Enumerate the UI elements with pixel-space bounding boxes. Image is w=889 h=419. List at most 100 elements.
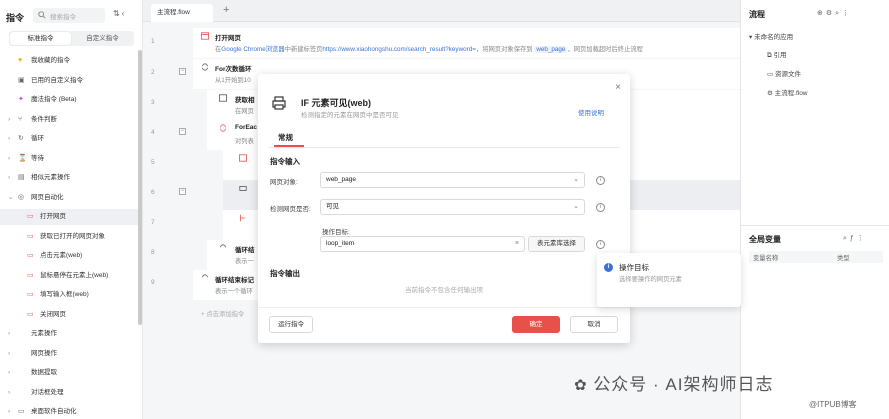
command-item[interactable]: ▣ 已用的自定义指令 [0,73,138,89]
command-item[interactable]: › ▤ 相似元素操作 [0,170,138,186]
sort-icon[interactable]: ⇅ [113,9,122,18]
selected-value: web_page [326,176,356,183]
line-number: 4 [151,129,155,136]
chevron-icon: › [8,174,11,181]
command-item[interactable]: ▭ 鼠标悬停在元素上(web) [0,268,138,284]
step-description: 从1开始到10 [215,77,251,84]
command-item[interactable]: ▭ 点击元素(web) [0,248,138,264]
dialog-title: IF 元素可见(web) [301,98,371,108]
loop-icon: ↻ [18,135,24,142]
chevron-icon: › [8,349,11,357]
loop-end-icon [220,244,226,248]
command-item[interactable]: ▭ 关闭网页 [0,307,138,323]
section-input-title: 指令输入 [270,157,300,166]
command-item-label: 对话框处理 [31,388,64,396]
tab-main-flow[interactable]: 主流程.flow [151,4,213,22]
step-open-webpage[interactable]: 打开网页 在Google Chrome浏览器中新建标签页https://www.… [193,28,740,58]
command-panel: 指令 搜索指令 ⇅‹ 标准指令 自定义指令 ♥ 我收藏的指令 ▣ 已用的自定义指令 ✦ 魔… [0,0,143,419]
collapse-panel-icon[interactable]: ‹ [122,9,127,18]
selected-value: 可见 [326,203,339,210]
command-item[interactable]: ✦ 魔法指令 (Beta) [0,92,138,108]
command-item[interactable]: › ⌛ 等待 [0,151,138,167]
command-item[interactable]: › ⑂ 条件判断 [0,112,138,128]
browser-icon: ▭ [27,252,34,259]
field-label-check-visibility: 检测网页是否: [270,206,311,213]
printer-icon [239,186,247,191]
command-item-label: 网页自动化 [31,193,64,201]
step-title: 循环结束标记 [215,277,254,284]
step-title: 打开网页 [215,35,241,42]
visibility-select[interactable]: 可见 ⌄ [320,199,585,215]
command-item[interactable]: ♥ 我收藏的指令 [0,53,138,69]
tab-general[interactable]: 常规 [278,132,293,143]
vars-table-header: 变量名称 类型 [749,251,883,263]
tree-item-main-flow[interactable]: ⚙ 主流程.flow [767,87,808,97]
element-library-button[interactable]: 表元素库选择 [528,236,585,252]
cancel-button[interactable]: 取消 [570,316,618,333]
flow-icon: ⚙ [767,90,773,97]
run-command-button[interactable]: 运行指令 [269,316,313,333]
printer-icon [272,96,286,110]
clear-icon[interactable]: × [515,237,519,251]
footer-divider [258,307,630,308]
search-icon[interactable]: ⌕ [843,235,850,242]
line-number: 9 [151,279,155,286]
app-tree-root[interactable]: ▾ 未命名的应用 [749,31,793,41]
field-label-target: 操作目标: [322,229,350,236]
chevron-down-icon: ⌄ [573,176,579,183]
function-icon[interactable]: ƒ [850,235,857,242]
collapse-toggle[interactable]: − [179,68,186,75]
settings-icon[interactable]: ⚙ [826,10,835,17]
chevron-icon: ⌄ [8,193,14,201]
browser-icon: ▭ [27,213,34,220]
tab-divider [268,147,620,148]
command-config-dialog: × IF 元素可见(web) 检测指定的元素在网页中是否可见 使用说明 常规 指… [258,74,630,343]
confirm-button[interactable]: 确定 [512,316,560,333]
collapse-toggle[interactable]: − [179,128,186,135]
step-description: 在网页 [235,108,254,115]
command-search-input[interactable]: 搜索指令 [33,8,105,23]
tree-item-references[interactable]: ⧉ 引用 [767,49,786,60]
command-item[interactable]: ▭ 获取已打开的网页对象 [0,229,138,245]
command-item-label: 填写输入框(web) [40,291,89,298]
close-icon[interactable]: × [615,82,621,93]
magic-icon: ✦ [18,96,24,103]
collapse-toggle[interactable]: − [179,188,186,195]
command-item-label: 等待 [31,154,44,162]
line-number: 7 [151,219,155,226]
command-item[interactable]: › ↻ 循环 [0,131,138,147]
line-number: 3 [151,99,155,106]
command-item[interactable]: › ▭ 桌面软件自动化 [0,404,138,419]
empty-output-text: 当前指令不包含任何输出项 [405,287,483,294]
more-icon[interactable]: ⋮ [842,10,852,17]
command-item[interactable]: ▭ 打开网页 [0,209,138,225]
tab-custom-commands[interactable]: 自定义指令 [72,32,133,45]
column-header: 变量名称 [753,255,779,262]
info-icon[interactable]: i [596,240,605,249]
page-object-select[interactable]: web_page ⌄ [320,172,585,188]
step-title: ForEac [235,124,258,131]
command-item[interactable]: ⌄ ◎ 网页自动化 [0,190,138,206]
add-tab-button[interactable]: + [223,4,229,16]
command-item[interactable]: › 数据提取 [0,365,138,381]
tab-standard-commands[interactable]: 标准指令 [10,32,71,45]
browser-icon: ▭ [27,291,34,298]
command-item[interactable]: › 元素操作 [0,326,138,342]
target-value: loop_item [326,240,355,247]
chevron-down-icon: ⌄ [573,203,579,210]
add-flow-icon[interactable]: ⊕ [817,10,826,17]
help-link[interactable]: 使用说明 [578,107,604,117]
command-item[interactable]: › 网页操作 [0,346,138,362]
info-icon[interactable]: i [596,203,605,212]
more-icon[interactable]: ⋮ [857,235,867,242]
search-placeholder: 搜索指令 [50,14,76,21]
command-item[interactable]: › 对话框处理 [0,385,138,401]
target-input[interactable]: loop_item × [320,236,525,252]
tree-item-resources[interactable]: ▭ 资源文件 [767,68,801,78]
command-item-label: 桌面软件自动化 [31,408,77,415]
info-icon[interactable]: i [596,176,605,185]
command-list-scrollbar[interactable] [138,50,142,325]
add-command-hint[interactable]: + 点击添加指令 [201,309,244,318]
command-item[interactable]: ▭ 填写输入框(web) [0,287,138,303]
command-item-label: 条件判断 [31,115,57,123]
